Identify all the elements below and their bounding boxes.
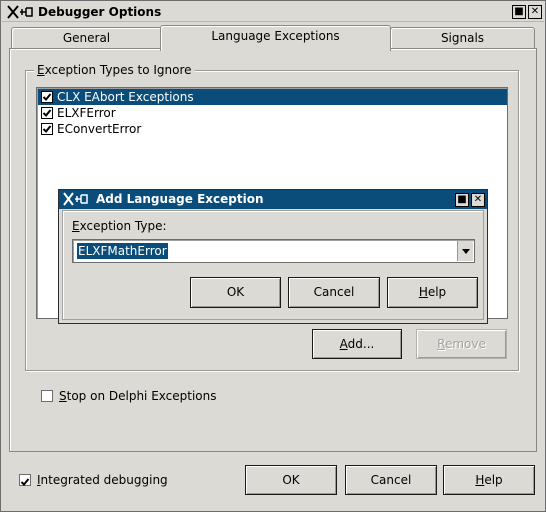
tab-signals[interactable]: Signals [390, 27, 535, 49]
exception-types-label: Exception Types to Ignore [34, 63, 195, 77]
debugger-options-window: Debugger Options ■ ✕ General Language Ex… [0, 0, 546, 512]
list-item-label: EConvertError [57, 122, 142, 136]
stop-on-delphi-checkbox[interactable]: Stop on Delphi Exceptions [41, 388, 241, 404]
exception-type-value[interactable]: ELXFMathError [77, 243, 168, 259]
tab-label: General [62, 31, 111, 45]
help-button[interactable]: Help [443, 465, 535, 495]
list-item[interactable]: CLX EAbort Exceptions [38, 89, 507, 105]
combo-dropdown-button[interactable] [457, 241, 473, 261]
integrated-debugging-checkbox[interactable]: Integrated debugging [19, 472, 219, 488]
tab-language-exceptions[interactable]: Language Exceptions [160, 25, 391, 51]
exception-type-label: Exception Type: [72, 219, 167, 233]
checkmark-icon [42, 125, 52, 133]
dialog-help-button[interactable]: Help [387, 277, 478, 308]
checkbox-box[interactable] [41, 390, 53, 402]
close-button[interactable]: ✕ [528, 5, 542, 19]
list-item-label: CLX EAbort Exceptions [57, 90, 194, 104]
dialog-title: Add Language Exception [96, 192, 264, 206]
close-icon: ✕ [473, 194, 483, 205]
add-button[interactable]: Add... [312, 329, 402, 359]
close-icon: ✕ [530, 6, 540, 17]
list-item[interactable]: ELXFError [38, 105, 507, 121]
integrated-debugging-label: Integrated debugging [37, 473, 168, 487]
checkmark-icon [42, 93, 52, 101]
checkmark-icon [42, 109, 52, 117]
tab-bar: General Language Exceptions Signals [9, 25, 539, 51]
dialog-title-bar: Add Language Exception ■ ✕ [59, 190, 487, 209]
checkmark-icon [20, 478, 30, 486]
stop-on-delphi-label: Stop on Delphi Exceptions [59, 389, 217, 403]
window-title: Debugger Options [38, 5, 162, 19]
app-icon [62, 192, 94, 206]
exception-type-combobox[interactable]: ELXFMathError [72, 239, 475, 263]
cancel-button[interactable]: Cancel [345, 465, 437, 495]
dialog-ok-button[interactable]: OK [190, 277, 281, 308]
checkbox-box[interactable] [19, 474, 31, 486]
list-item[interactable]: EConvertError [38, 121, 507, 137]
maximize-icon: ■ [514, 6, 524, 17]
maximize-icon: ■ [457, 194, 467, 205]
chevron-down-icon [461, 248, 470, 254]
dialog-cancel-button[interactable]: Cancel [288, 277, 380, 308]
list-item-checkbox[interactable] [41, 107, 53, 119]
tab-label: Signals [440, 31, 485, 45]
tab-label: Language Exceptions [211, 29, 340, 43]
dialog-maximize-button[interactable]: ■ [455, 193, 469, 207]
remove-button[interactable]: Remove [416, 329, 507, 359]
list-item-checkbox[interactable] [41, 123, 53, 135]
dialog-close-button[interactable]: ✕ [471, 193, 485, 207]
ok-button[interactable]: OK [245, 465, 337, 495]
maximize-button[interactable]: ■ [512, 5, 526, 19]
app-icon [6, 4, 34, 20]
tab-general[interactable]: General [11, 27, 162, 49]
list-item-label: ELXFError [57, 106, 116, 120]
list-item-checkbox[interactable] [41, 91, 53, 103]
title-bar: Debugger Options ■ ✕ [2, 2, 544, 22]
